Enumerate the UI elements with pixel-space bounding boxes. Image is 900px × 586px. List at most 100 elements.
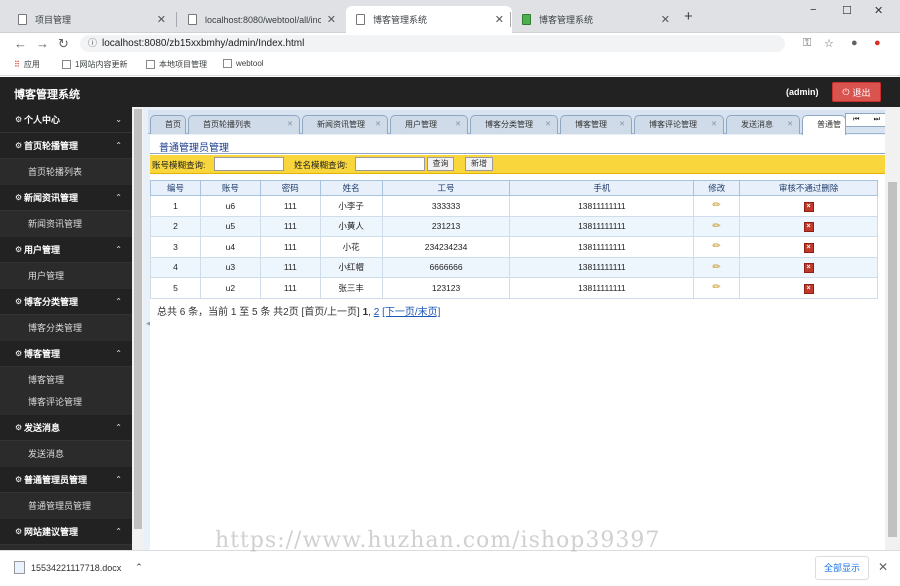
pencil-icon[interactable]: ✏ [713, 241, 721, 252]
page-tab-label: 首页轮播列表 [203, 120, 251, 129]
name-search-input[interactable] [355, 157, 425, 171]
new-tab-button[interactable]: + [684, 8, 693, 25]
sidebar-section[interactable]: ⚙ 普通管理员管理 ⌃ [0, 467, 132, 493]
sidebar-section[interactable]: ⚙ 个人中心 ⌄ [0, 107, 132, 133]
minimize-button[interactable]: − [810, 4, 816, 16]
gear-icon: ⚙ [15, 349, 23, 358]
sidebar-section[interactable]: ⚙ 博客管理 ⌃ [0, 341, 132, 367]
sidebar-section[interactable]: ⚙ 首页轮播管理 ⌃ [0, 133, 132, 159]
table-cell: 小花 [319, 236, 383, 258]
page-tab[interactable]: 新闻资讯管理 ✕ [302, 115, 388, 134]
back-icon[interactable]: ← [14, 36, 27, 51]
pencil-icon[interactable]: ✏ [713, 262, 721, 273]
delete-icon[interactable]: × [803, 201, 814, 212]
close-icon[interactable]: ✕ [878, 560, 888, 574]
browser-tab[interactable]: 项目管理 ✕ [8, 6, 174, 33]
column-header: 账号 [199, 180, 261, 196]
sidebar-section[interactable]: ⚙ 新闻资讯管理 ⌃ [0, 185, 132, 211]
table-row: 1 u6 111 小李子 333333 13811111111 ✏ × [150, 195, 878, 217]
delete-icon[interactable]: × [803, 242, 814, 253]
url-field[interactable]: ⓘ localhost:8080/zb15xxbmhy/admin/Index.… [80, 35, 785, 52]
page-tab[interactable]: 博客管理 ✕ [560, 115, 632, 134]
page-tab[interactable]: 博客评论管理 ✕ [634, 115, 724, 134]
pencil-icon[interactable]: ✏ [713, 221, 721, 232]
account-icon[interactable]: ● [851, 37, 858, 49]
account-search-input[interactable] [214, 157, 284, 171]
scrollbar-thumb[interactable] [888, 182, 897, 537]
sidebar-section[interactable]: ⚙ 发送消息 ⌃ [0, 415, 132, 441]
sidebar-item[interactable]: 博客评论管理 [0, 391, 132, 411]
sidebar-item[interactable]: 用户管理 [0, 265, 132, 285]
key-icon[interactable]: ⚿ [803, 37, 811, 50]
browser-tab[interactable]: 博客管理系统 ✕ [346, 6, 512, 33]
download-item[interactable]: 15534221117718.docx ⌃ [14, 561, 143, 574]
forward-icon[interactable]: → [36, 36, 49, 51]
bookmark-2[interactable]: 本地项目管理 [146, 59, 207, 70]
edit-cell: ✏ [693, 215, 741, 237]
close-window-button[interactable]: ✕ [874, 4, 883, 17]
search-button[interactable]: 查询 [427, 157, 454, 171]
close-tab-icon[interactable]: ✕ [157, 13, 166, 26]
sidebar-section[interactable]: ⚙ 用户管理 ⌃ [0, 237, 132, 263]
bookmark-1[interactable]: 1网站内容更新 [62, 59, 127, 70]
close-tab-icon[interactable]: ✕ [455, 116, 461, 134]
delete-cell: × [739, 215, 878, 237]
close-tab-icon[interactable]: ✕ [619, 116, 625, 134]
tab-scroll-right-icon[interactable]: ⏭ [874, 116, 880, 124]
sidebar-item[interactable]: 普通管理员管理 [0, 495, 132, 515]
pencil-icon[interactable]: ✏ [713, 200, 721, 211]
show-all-button[interactable]: 全部显示 [815, 556, 869, 580]
delete-icon[interactable]: × [803, 283, 814, 294]
delete-icon[interactable]: × [803, 222, 814, 233]
page-tab[interactable]: 发送消息 ✕ [726, 115, 800, 134]
close-tab-icon[interactable]: ✕ [711, 116, 717, 134]
delete-cell: × [739, 277, 878, 299]
pencil-icon[interactable]: ✏ [713, 282, 721, 293]
close-tab-icon[interactable]: ✕ [375, 116, 381, 134]
table-cell: u2 [199, 277, 261, 299]
page-tab[interactable]: 首页 [150, 115, 186, 134]
scrollbar-thumb[interactable] [134, 109, 142, 529]
bookmark-3[interactable]: webtool [223, 59, 264, 68]
gear-icon: ⚙ [15, 115, 23, 124]
maximize-button[interactable]: ☐ [842, 4, 852, 17]
close-tab-icon[interactable]: ✕ [287, 116, 293, 134]
tab-scroll-left-icon[interactable]: ⏮ [853, 116, 859, 124]
page-tab[interactable]: 普通管 [802, 115, 846, 135]
sidebar-item[interactable]: 发送消息 [0, 443, 132, 463]
chevron-icon: ⌃ [115, 193, 122, 202]
page-title: 普通管理员管理 [159, 143, 229, 154]
sidebar-scrollbar[interactable] [132, 107, 144, 550]
extension-icon[interactable]: ● [874, 37, 881, 49]
main-scrollbar[interactable] [885, 107, 900, 550]
pager-next-last[interactable]: [下一页/末页] [382, 307, 440, 318]
page-tab[interactable]: 用户管理 ✕ [390, 115, 468, 134]
close-tab-icon[interactable]: ✕ [661, 13, 670, 26]
close-tab-icon[interactable]: ✕ [327, 13, 336, 26]
info-icon[interactable]: ⓘ [88, 35, 97, 52]
bookmark-apps[interactable]: ⠿ 应用 [14, 59, 40, 70]
logout-button[interactable]: ⏻ 退出 [832, 82, 881, 102]
page-icon [18, 14, 27, 25]
sidebar-section[interactable]: ⚙ 博客分类管理 ⌃ [0, 289, 132, 315]
close-tab-icon[interactable]: ✕ [545, 116, 551, 134]
chevron-up-icon[interactable]: ⌃ [135, 562, 143, 573]
delete-icon[interactable]: × [803, 263, 814, 274]
close-tab-icon[interactable]: ✕ [787, 116, 793, 134]
browser-tab[interactable]: 博客管理系统 ✕ [512, 6, 678, 33]
page-tab[interactable]: 首页轮播列表 ✕ [188, 115, 300, 134]
sidebar-item[interactable]: 新闻资讯管理 [0, 213, 132, 233]
search-bar: 账号模糊查询: 姓名模糊查询: 查询 新增 [150, 155, 885, 174]
page-tab[interactable]: 博客分类管理 ✕ [470, 115, 558, 134]
reload-icon[interactable]: ↻ [58, 36, 69, 52]
pager-page-2[interactable]: 2 [374, 307, 380, 318]
admin-table: 编号 账号 密码 姓名 工号 手机 修改 审核不通过删除 1 u6 111 小李子 333333 138… [150, 180, 878, 299]
close-tab-icon[interactable]: ✕ [495, 13, 504, 26]
sidebar-section[interactable]: ⚙ 网站建议管理 ⌃ [0, 519, 132, 545]
browser-tab[interactable]: localhost:8080/webtool/all/inc ✕ [178, 6, 344, 33]
add-button[interactable]: 新增 [465, 157, 493, 171]
star-icon[interactable]: ☆ [824, 37, 834, 50]
sidebar-item[interactable]: 博客分类管理 [0, 317, 132, 337]
sidebar-item[interactable]: 首页轮播列表 [0, 161, 132, 181]
sidebar-item[interactable]: 博客管理 [0, 369, 132, 389]
